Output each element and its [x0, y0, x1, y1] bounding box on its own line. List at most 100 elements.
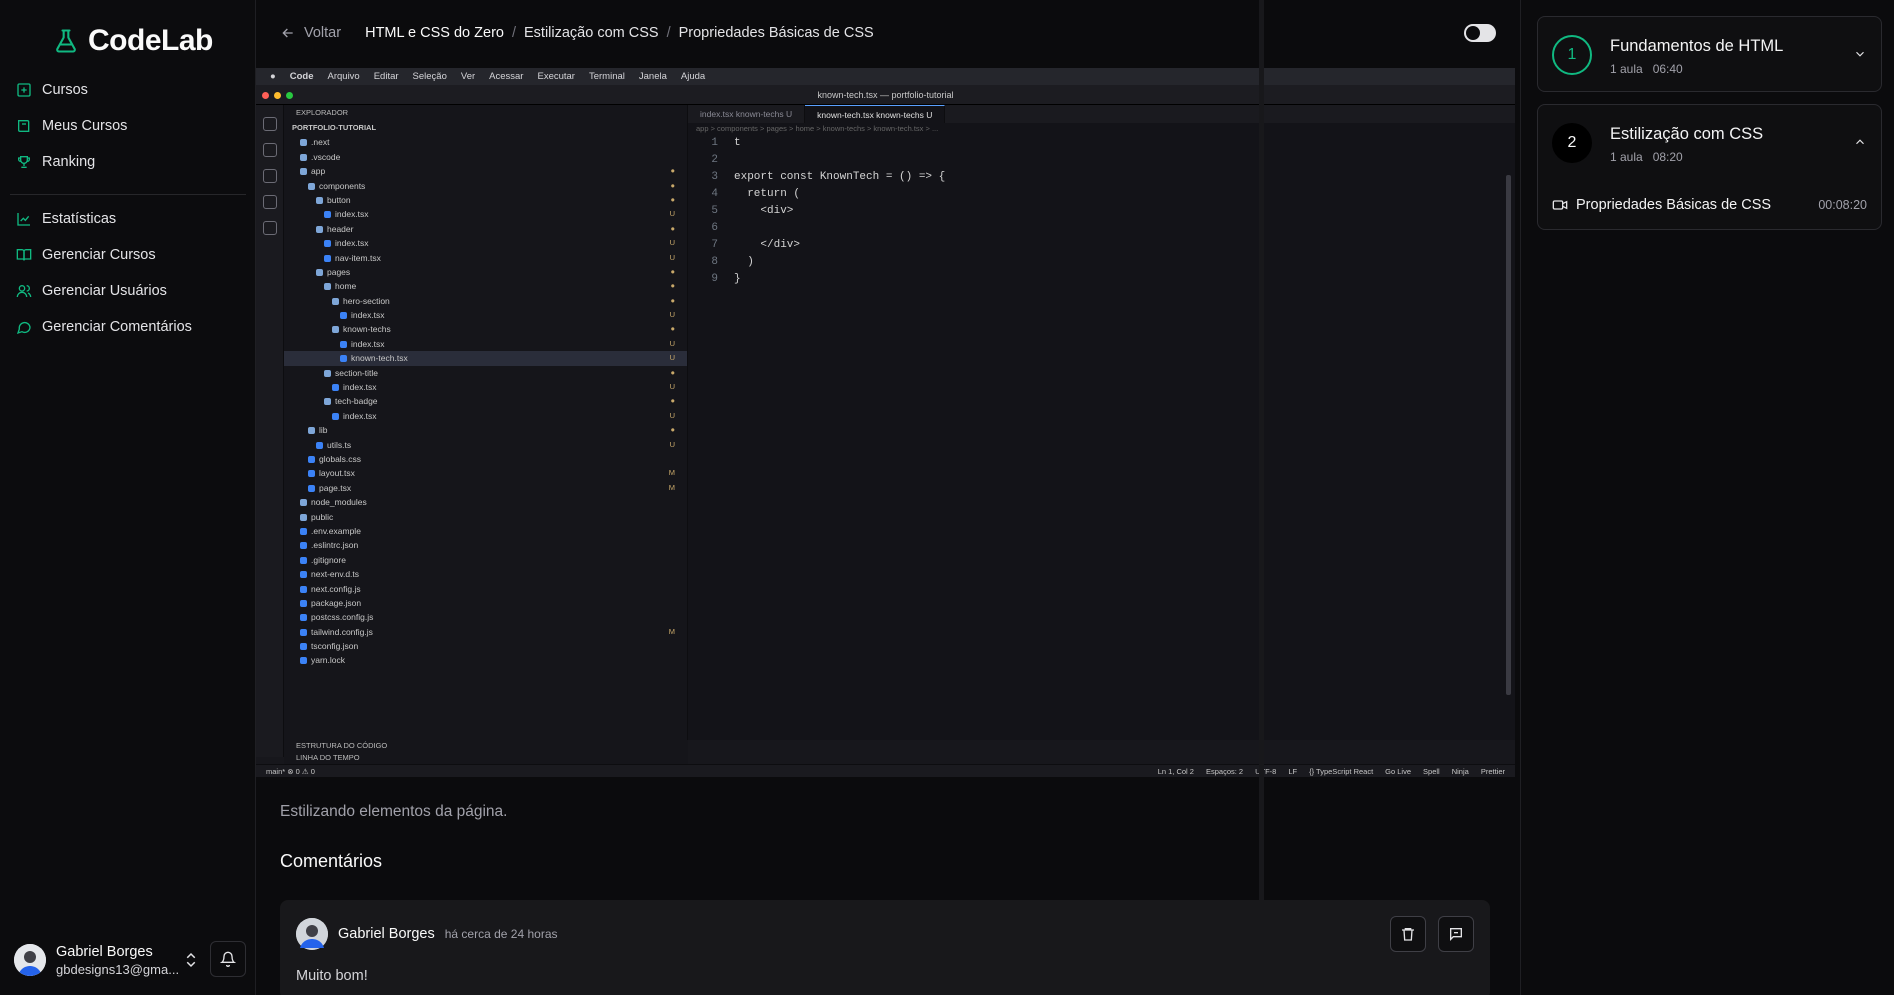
reply-comment-button[interactable]	[1438, 916, 1474, 952]
tree-item-label: pages	[327, 266, 351, 277]
tree-item-label: public	[311, 511, 334, 522]
line-number: 2	[711, 154, 718, 166]
sidebar-item-cursos[interactable]: Cursos	[10, 72, 246, 108]
tree-item-label: tech-badge	[335, 396, 378, 407]
tree-item: tailwind.config.js M	[284, 625, 687, 639]
status-branch: main* ⊗ 0 ⚠ 0	[266, 766, 315, 776]
code-text: </div>	[734, 239, 801, 251]
module-card[interactable]: 2 Estilização com CSS 1 aula 08:20 Propr…	[1537, 104, 1882, 230]
folder-icon	[316, 268, 323, 276]
tree-item: index.tsx U	[284, 207, 687, 221]
file-icon	[300, 542, 307, 550]
module-card[interactable]: 1 Fundamentos de HTML 1 aula 06:40	[1537, 16, 1882, 92]
sidebar-item-gerenciar-cursos[interactable]: Gerenciar Cursos	[10, 237, 246, 273]
delete-comment-button[interactable]	[1390, 916, 1426, 952]
breadcrumb-lesson: Propriedades Básicas de CSS	[678, 25, 874, 41]
sidebar-item-meus-cursos[interactable]: Meus Cursos	[10, 108, 246, 144]
breadcrumb-course[interactable]: HTML e CSS do Zero	[365, 25, 504, 41]
lesson-item[interactable]: Propriedades Básicas de CSS 00:08:20	[1552, 195, 1867, 215]
main-content: Voltar HTML e CSS do Zero / Estilização …	[256, 0, 1520, 995]
menu-item: Editar	[373, 71, 399, 82]
video-player[interactable]: ● Code Arquivo Editar Seleção Ver Acessa…	[256, 68, 1515, 777]
status-item: LF	[1288, 766, 1298, 776]
sidebar-item-gerenciar-comentarios[interactable]: Gerenciar Comentários	[10, 309, 246, 345]
tree-item: tech-badge ●	[284, 394, 687, 408]
menu-item: Ver	[460, 71, 476, 82]
tree-item: index.tsx U	[284, 308, 687, 322]
file-icon	[300, 556, 307, 564]
menu-item: Seleção	[412, 71, 447, 82]
tree-item-label: header	[327, 223, 354, 234]
logo[interactable]: CodeLab	[52, 22, 213, 60]
sidebar-item-ranking[interactable]: Ranking	[10, 144, 246, 180]
nav-main: Cursos Meus Cursos Ranking	[10, 72, 246, 180]
user-email: gbdesigns13@gma...	[56, 961, 180, 977]
line-number: 7	[711, 239, 718, 251]
apple-icon: ●	[270, 71, 276, 82]
file-icon	[300, 614, 307, 622]
tree-item: index.tsx U	[284, 236, 687, 250]
user-menu[interactable]: Gabriel Borges gbdesigns13@gma...	[14, 937, 246, 983]
sidebar-item-gerenciar-usuarios[interactable]: Gerenciar Usuários	[10, 273, 246, 309]
sidebar-item-estatisticas[interactable]: Estatísticas	[10, 201, 246, 237]
flask-icon	[56, 29, 76, 53]
file-icon	[324, 254, 331, 262]
window-title-text: known-tech.tsx — portfolio-tutorial	[817, 90, 954, 100]
breadcrumb-separator: /	[666, 25, 671, 41]
panel-divider	[1259, 0, 1264, 995]
git-status: U	[669, 439, 675, 449]
tree-item: known-tech.tsx U	[284, 351, 687, 366]
app-name: CodeLab	[88, 24, 213, 57]
file-icon	[300, 643, 307, 651]
tree-item: .env.example	[284, 524, 687, 538]
code-text: <div>	[734, 205, 794, 217]
tree-item: app ●	[284, 164, 687, 178]
code-line: 8 )	[688, 254, 1515, 271]
tree-item: index.tsx U	[284, 409, 687, 423]
notifications-button[interactable]	[210, 941, 246, 977]
file-icon	[324, 240, 331, 248]
file-icon	[340, 312, 347, 320]
folder-icon	[308, 182, 315, 190]
tree-item-label: known-techs	[343, 324, 391, 335]
file-icon	[308, 484, 315, 492]
nav-admin: Estatísticas Gerenciar Cursos Gerenciar …	[10, 201, 246, 345]
comment-card: Gabriel Borges há cerca de 24 horas Muit…	[280, 900, 1490, 995]
folder-icon	[324, 398, 331, 406]
folder-icon	[332, 326, 339, 334]
tree-item-label: .eslintrc.json	[311, 540, 359, 551]
folder-icon	[316, 196, 323, 204]
breadcrumb-module[interactable]: Estilização com CSS	[524, 25, 659, 41]
theme-toggle[interactable]	[1464, 24, 1496, 42]
folder-icon	[324, 283, 331, 291]
sidebar-item-label: Gerenciar Cursos	[42, 247, 156, 263]
tree-item: page.tsx M	[284, 481, 687, 495]
users-icon	[16, 285, 32, 298]
status-item: Prettier	[1480, 766, 1505, 776]
line-number: 3	[711, 171, 718, 183]
back-button[interactable]: Voltar	[280, 25, 341, 41]
editor-breadcrumb: app > components > pages > home > known-…	[696, 124, 939, 133]
sidebar-item-label: Gerenciar Usuários	[42, 283, 167, 299]
file-icon	[308, 455, 315, 463]
code-line: 2	[688, 152, 1515, 169]
tree-item-label: package.json	[311, 597, 362, 608]
git-status: U	[669, 238, 675, 248]
chevron-up-icon[interactable]	[1853, 135, 1867, 149]
tree-item: button ●	[284, 193, 687, 207]
search-icon	[263, 169, 277, 183]
window-title: known-tech.tsx — portfolio-tutorial	[256, 85, 1515, 105]
module-title: Estilização com CSS	[1610, 125, 1764, 143]
avatar	[296, 918, 328, 950]
chevrons-up-down-icon[interactable]	[182, 951, 200, 969]
tree-item: globals.css	[284, 452, 687, 466]
tree-item: public	[284, 510, 687, 524]
chevron-down-icon[interactable]	[1853, 47, 1867, 61]
status-right: Ln 1, Col 2 Espaços: 2 UTF-8 LF{} TypeScrip…	[1158, 767, 1515, 776]
window-controls	[262, 92, 293, 99]
tree-item: section-title ●	[284, 366, 687, 380]
trash-icon	[1402, 928, 1414, 941]
git-status: ●	[670, 266, 675, 276]
run-icon	[263, 195, 277, 209]
code-line: 7 </div>	[688, 237, 1515, 254]
